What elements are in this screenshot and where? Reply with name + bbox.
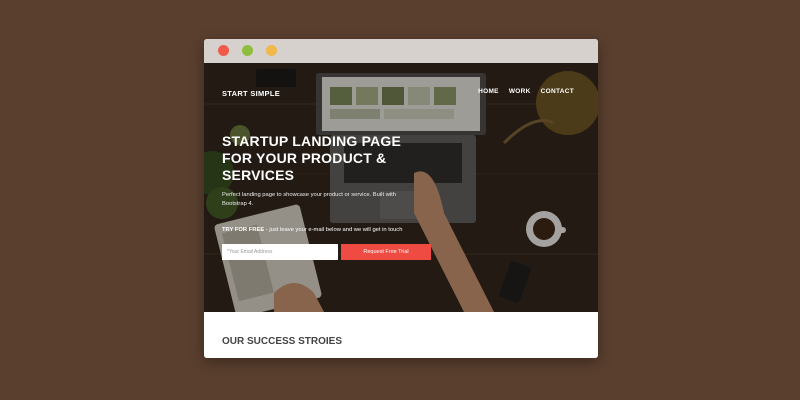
trial-prompt: TRY FOR FREE - just leave your e-mail be… — [222, 227, 402, 233]
nav-home-link[interactable]: HOME — [478, 88, 499, 95]
nav-contact-link[interactable]: CONTACT — [541, 88, 574, 95]
trial-prompt-text: - just leave your e-mail below and we wi… — [264, 227, 403, 233]
section-title: OUR SUCCESS STROIES — [222, 336, 343, 347]
request-trial-button[interactable]: Request Free Trial — [341, 244, 431, 260]
main-nav: HOME WORK CONTACT — [478, 88, 574, 95]
window-titlebar — [204, 39, 598, 63]
email-input[interactable] — [222, 244, 338, 260]
success-stories-section: OUR SUCCESS STROIES — [204, 312, 598, 358]
browser-window: START SIMPLE HOME WORK CONTACT STARTUP L… — [204, 39, 598, 358]
maximize-dot-icon[interactable] — [266, 45, 277, 56]
hero-headline: STARTUP LANDING PAGE FOR YOUR PRODUCT & … — [222, 133, 402, 183]
hero-section: START SIMPLE HOME WORK CONTACT STARTUP L… — [204, 63, 598, 312]
close-dot-icon[interactable] — [218, 45, 229, 56]
minimize-dot-icon[interactable] — [242, 45, 253, 56]
hero-dark-overlay — [204, 63, 598, 312]
nav-work-link[interactable]: WORK — [509, 88, 531, 95]
hero-subtext: Perfect landing page to showcase your pr… — [222, 192, 396, 207]
brand-logo[interactable]: START SIMPLE — [222, 89, 280, 98]
trial-prompt-label: TRY FOR FREE — [222, 227, 265, 233]
